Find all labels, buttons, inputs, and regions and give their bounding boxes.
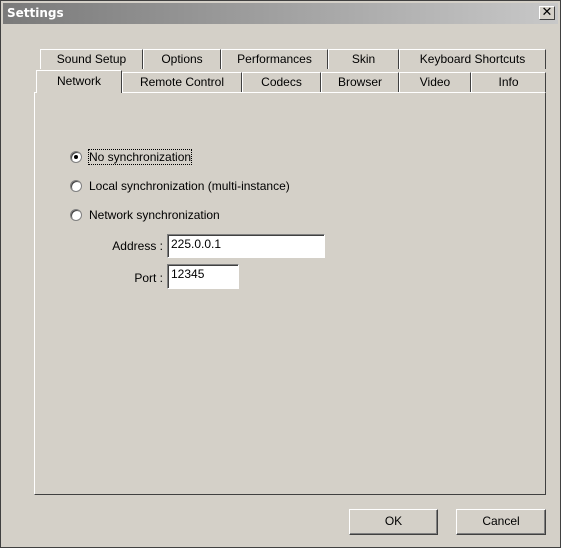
cancel-button[interactable]: Cancel <box>456 509 546 535</box>
radio-label-no-sync: No synchronization <box>87 149 193 165</box>
tab-performances[interactable]: Performances <box>221 49 328 69</box>
tab-info[interactable]: Info <box>471 72 546 92</box>
close-button[interactable]: ✕ <box>539 6 555 20</box>
radio-label-network-sync: Network synchronization <box>89 208 220 222</box>
radio-button-checked[interactable] <box>70 151 82 163</box>
tab-skin[interactable]: Skin <box>328 49 399 69</box>
tab-codecs[interactable]: Codecs <box>242 72 321 92</box>
settings-window: Settings ✕ Sound Setup Options Performan… <box>0 0 561 548</box>
tab-keyboard-shortcuts[interactable]: Keyboard Shortcuts <box>399 49 546 69</box>
tab-browser[interactable]: Browser <box>321 72 399 92</box>
tab-sound-setup[interactable]: Sound Setup <box>40 49 143 69</box>
close-icon: ✕ <box>541 5 553 20</box>
address-input[interactable]: 225.0.0.1 <box>167 234 325 258</box>
window-title: Settings <box>7 6 64 20</box>
port-label: Port : <box>134 271 163 285</box>
port-input[interactable]: 12345 <box>167 264 239 289</box>
address-label: Address : <box>112 239 163 253</box>
radio-no-sync[interactable]: No synchronization <box>70 149 193 165</box>
ok-button[interactable]: OK <box>349 509 438 535</box>
radio-network-sync[interactable]: Network synchronization <box>70 207 220 223</box>
radio-label-local-sync: Local synchronization (multi-instance) <box>89 179 290 193</box>
title-bar[interactable]: Settings ✕ <box>3 3 558 24</box>
network-tab-panel: No synchronization Local synchronization… <box>34 92 546 495</box>
radio-button[interactable] <box>70 180 82 192</box>
radio-local-sync[interactable]: Local synchronization (multi-instance) <box>70 178 290 194</box>
tab-video[interactable]: Video <box>399 72 471 92</box>
tab-options[interactable]: Options <box>143 49 221 69</box>
tab-remote-control[interactable]: Remote Control <box>122 72 242 92</box>
tab-network[interactable]: Network <box>36 70 122 93</box>
radio-button[interactable] <box>70 209 82 221</box>
